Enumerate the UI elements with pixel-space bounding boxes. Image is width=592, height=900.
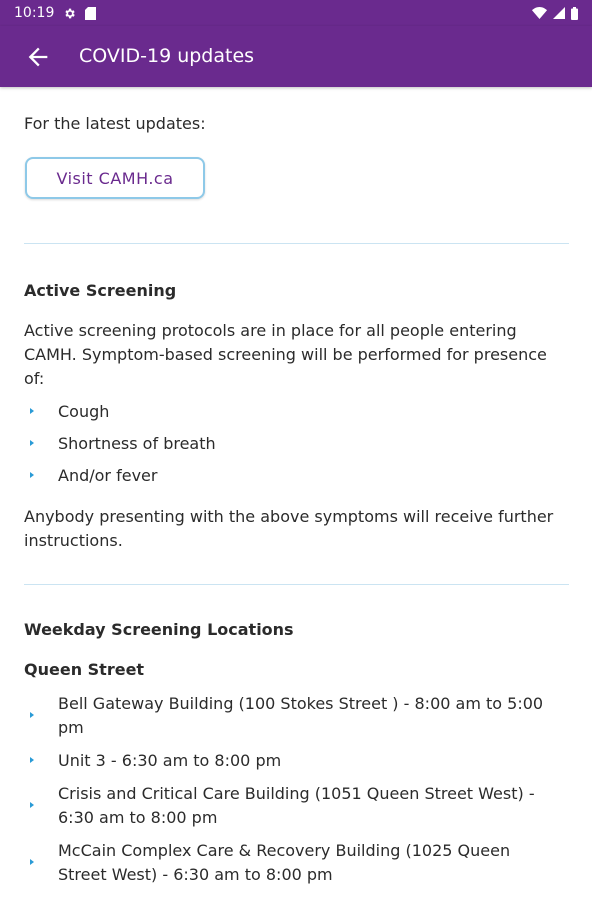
wifi-icon bbox=[532, 7, 547, 19]
sd-card-icon bbox=[85, 6, 97, 20]
location-item: Bell Gateway Building (100 Stokes Street… bbox=[24, 692, 569, 740]
active-screening-footer: Anybody presenting with the above sympto… bbox=[24, 507, 554, 550]
cell-signal-icon bbox=[553, 7, 565, 19]
app-bar: COVID-19 updates bbox=[0, 26, 592, 87]
location-item: Crisis and Critical Care Building (1051 … bbox=[24, 782, 569, 830]
chevron-right-bullet-icon bbox=[30, 440, 34, 446]
symptom-item: And/or fever bbox=[24, 464, 569, 488]
active-screening-heading: Active Screening bbox=[24, 281, 177, 300]
divider bbox=[24, 584, 569, 585]
chevron-right-bullet-icon bbox=[30, 802, 34, 808]
chevron-right-bullet-icon bbox=[30, 472, 34, 478]
status-bar: 10:19 bbox=[0, 0, 592, 26]
location-label: McCain Complex Care & Recovery Building … bbox=[58, 841, 511, 884]
location-label: Unit 3 - 6:30 am to 8:00 pm bbox=[58, 751, 282, 770]
page-title: COVID-19 updates bbox=[79, 45, 255, 67]
location-item: McCain Complex Care & Recovery Building … bbox=[24, 839, 569, 887]
status-right bbox=[532, 6, 578, 20]
queen-street-subheading: Queen Street bbox=[24, 660, 145, 679]
symptom-label: Cough bbox=[58, 402, 110, 421]
chevron-right-bullet-icon bbox=[30, 712, 34, 718]
chevron-right-bullet-icon bbox=[30, 859, 34, 865]
visit-camh-button[interactable]: Visit CAMH.ca bbox=[25, 157, 205, 199]
symptom-label: And/or fever bbox=[58, 466, 158, 485]
intro-text: For the latest updates: bbox=[24, 114, 206, 133]
symptom-item: Shortness of breath bbox=[24, 432, 569, 456]
divider bbox=[24, 243, 569, 244]
location-label: Crisis and Critical Care Building (1051 … bbox=[58, 784, 535, 827]
battery-icon bbox=[571, 6, 578, 20]
symptom-label: Shortness of breath bbox=[58, 434, 216, 453]
chevron-right-bullet-icon bbox=[30, 408, 34, 414]
status-left: 10:19 bbox=[14, 5, 97, 21]
arrow-left-icon bbox=[28, 47, 48, 67]
status-time: 10:19 bbox=[14, 5, 55, 21]
location-label: Bell Gateway Building (100 Stokes Street… bbox=[58, 694, 544, 737]
chevron-right-bullet-icon bbox=[30, 757, 34, 763]
location-item: Unit 3 - 6:30 am to 8:00 pm bbox=[24, 749, 569, 773]
gear-icon bbox=[65, 8, 76, 18]
symptom-item: Cough bbox=[24, 400, 569, 424]
back-button[interactable] bbox=[24, 43, 52, 71]
active-screening-paragraph: Active screening protocols are in place … bbox=[24, 321, 547, 388]
weekday-locations-heading: Weekday Screening Locations bbox=[24, 620, 294, 639]
